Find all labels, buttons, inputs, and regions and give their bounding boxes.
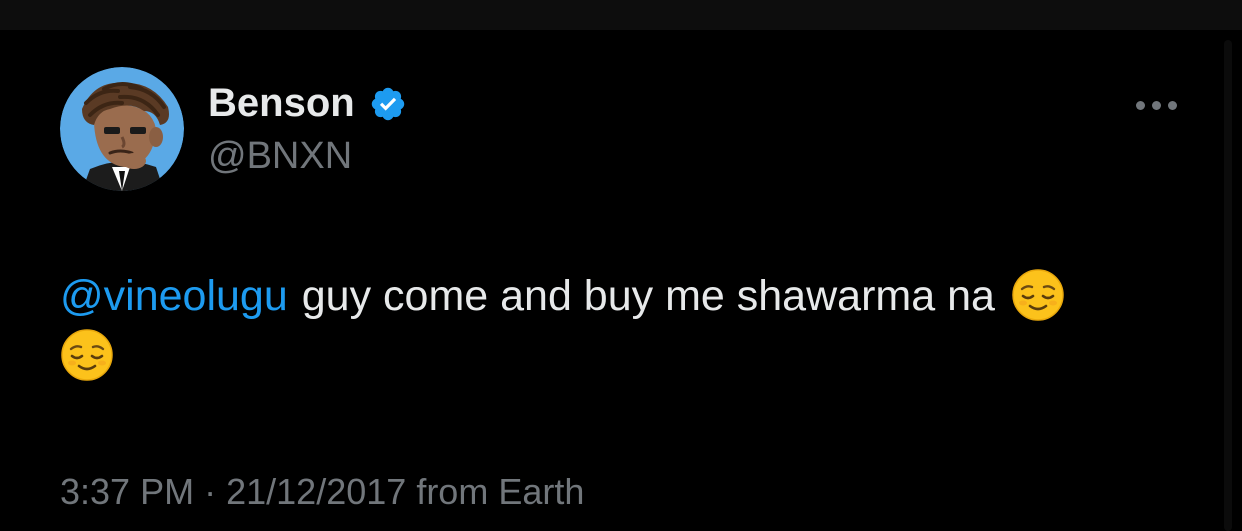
more-dot-icon [1135,100,1145,110]
cartoon-avatar-icon [60,67,184,191]
tweet-text: @vineolugu guy come and buy me shawarma n… [60,266,1200,386]
relieved-face-emoji-icon [60,328,114,382]
display-name[interactable]: Benson [208,80,355,126]
avatar[interactable] [60,67,184,191]
top-bar [0,0,1242,30]
meta-separator: · [204,471,217,512]
more-dot-icon [1167,100,1177,110]
author-handle[interactable]: @BNXN [208,134,352,178]
tweet-body: guy come and buy me shawarma na [301,272,995,320]
tweet-time[interactable]: 3:37 PM [60,471,194,512]
more-options-button[interactable] [1128,88,1184,122]
scrollbar[interactable] [1224,40,1232,531]
relieved-face-emoji-icon [1011,268,1065,322]
tweet-metadata: 3:37 PM · 21/12/2017 from Earth [60,470,584,514]
tweet-source: from Earth [416,471,585,512]
tweet-date[interactable]: 21/12/2017 [226,471,406,512]
verified-badge-icon [369,85,407,123]
mention-link[interactable]: @vineolugu [60,272,288,320]
more-dot-icon [1151,100,1161,110]
